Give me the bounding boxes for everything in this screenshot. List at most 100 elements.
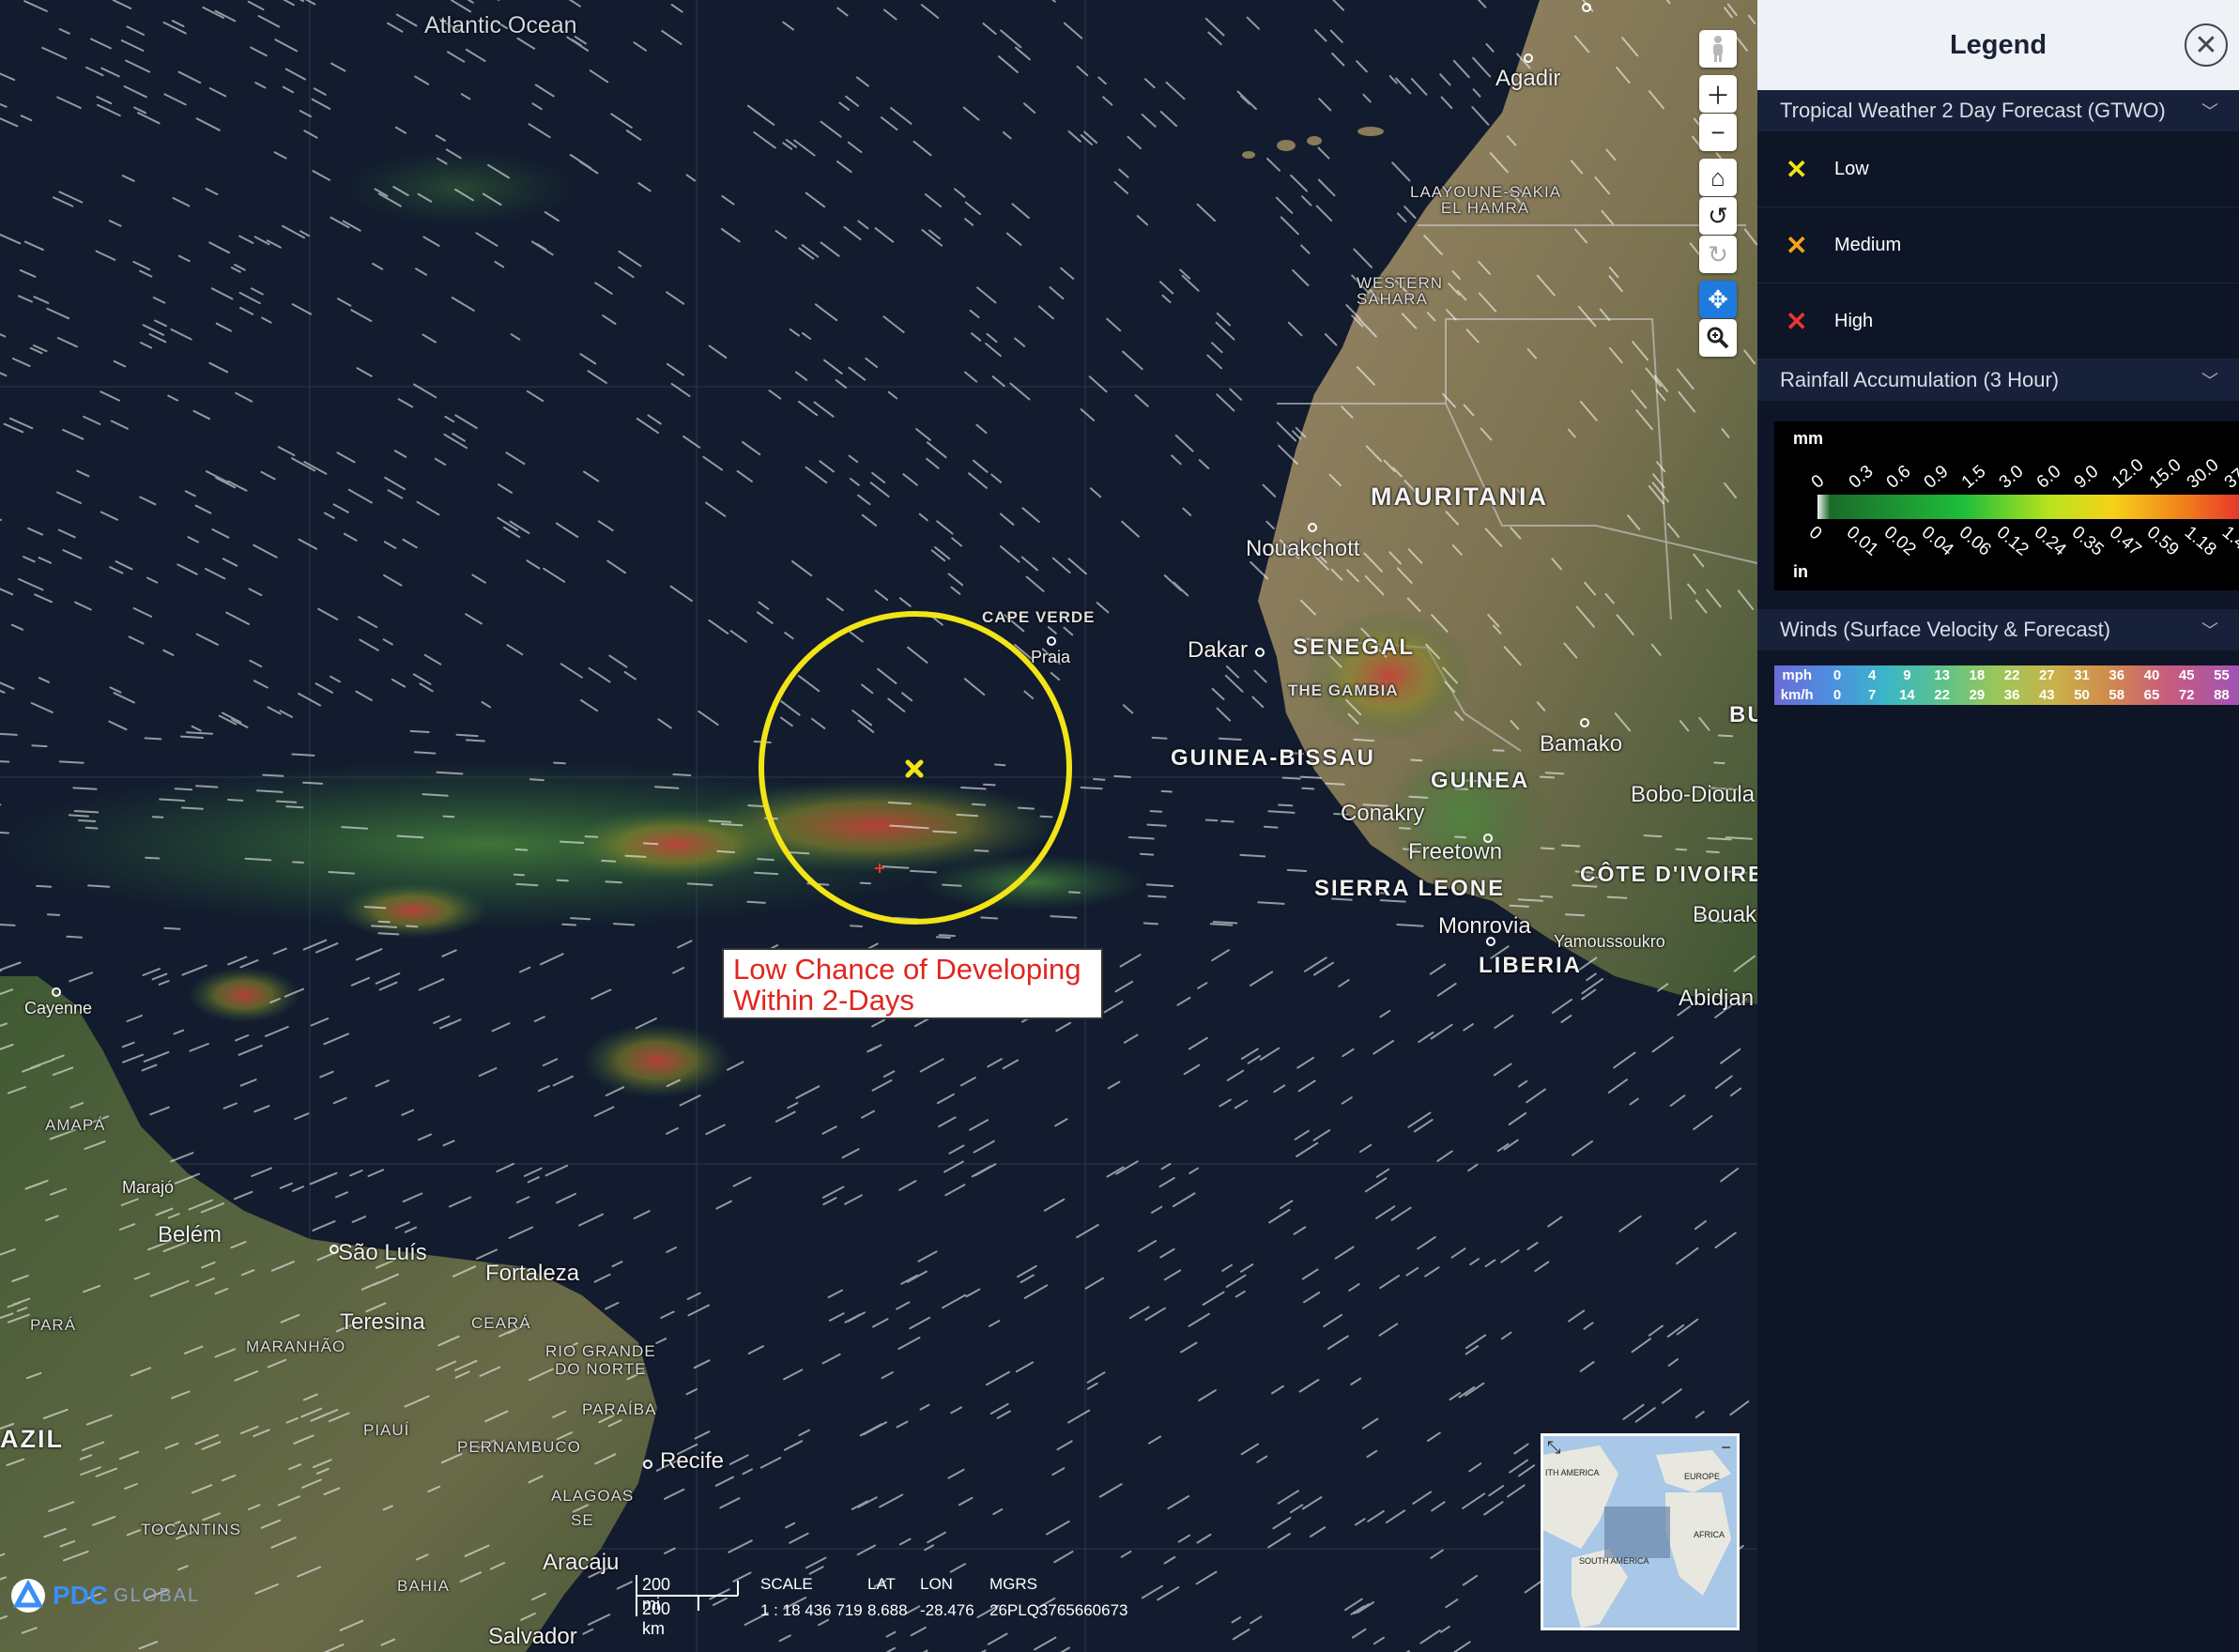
wind-streak: [529, 778, 544, 782]
home-icon[interactable]: ⌂: [1699, 159, 1737, 196]
wind-kmh-value: 72: [2178, 687, 2195, 703]
chevron-down-icon[interactable]: ﹀: [2201, 618, 2218, 642]
logo-subtext: GLOBAL: [114, 1584, 201, 1606]
pan-icon[interactable]: ✥: [1699, 281, 1737, 318]
wind-streak: [413, 751, 437, 755]
minimap-viewport: [1604, 1507, 1670, 1558]
wind-streak: [942, 883, 962, 887]
section-header-rainfall[interactable]: Rainfall Accumulation (3 Hour) ﹀: [1757, 359, 2239, 401]
wind-kmh-value: 0: [1833, 687, 1842, 703]
wind-streak: [1146, 823, 1167, 827]
wind-streak: [1220, 819, 1235, 823]
rain-mm-tick: 37.5: [2221, 455, 2239, 493]
chevron-down-icon[interactable]: ﹀: [2201, 99, 2218, 123]
wind-streak: [180, 806, 204, 810]
wind-streak: [58, 760, 84, 764]
city-label-dakar: Dakar: [1188, 637, 1249, 663]
rotate-left-icon[interactable]: ↺: [1699, 197, 1737, 235]
wind-streak: [144, 737, 162, 741]
wind-streak: [612, 923, 636, 926]
region-label: ALAGOAS: [551, 1487, 635, 1505]
medium-x-icon: ✕: [1786, 230, 1808, 260]
rain-in-tick: 0.47: [2106, 523, 2145, 560]
wind-mph-value: 27: [2038, 667, 2055, 683]
wind-streak: [1717, 734, 1734, 738]
city-label-nouakchott: Nouakchott: [1246, 536, 1360, 561]
wind-streak: [377, 932, 400, 936]
wind-kmh-value: 14: [1899, 687, 1915, 703]
wind-streak: [145, 856, 161, 860]
wind-mph-row: mph 0 4 9 13 18 22 27 31 36 40 45 55: [1774, 665, 2239, 685]
wind-kmh-row: km/h 0 7 14 22 29 36 43 50 58 65 72 88: [1774, 685, 2239, 705]
readout-label: MGRS: [989, 1575, 1037, 1593]
wind-streak: [1299, 775, 1323, 779]
wind-mph-value: 13: [1934, 667, 1950, 683]
legend-item-low: ✕ Low: [1757, 131, 2239, 207]
zoom-box-icon[interactable]: [1699, 319, 1737, 357]
city-label-aracaju: Aracaju: [543, 1550, 620, 1575]
wind-streak: [66, 935, 83, 939]
overview-minimap[interactable]: ⤡ − ITH AMERICA EUROPE AFRICA SOUTH AMER…: [1541, 1433, 1740, 1630]
wind-streak: [716, 849, 735, 853]
wind-streak: [1492, 749, 1505, 752]
wind-streak: [1264, 825, 1279, 829]
close-icon[interactable]: ✕: [2185, 23, 2228, 67]
section-title: Winds (Surface Velocity & Forecast): [1780, 618, 2111, 641]
wind-streak: [1325, 782, 1345, 786]
wind-streak: [1218, 737, 1242, 741]
wind-streak: [31, 744, 48, 748]
wind-streak: [442, 815, 455, 818]
pdc-logo-icon: [11, 1579, 45, 1613]
rain-mm-tick: 12.0: [2109, 455, 2148, 493]
rotate-right-icon[interactable]: ↻: [1699, 236, 1737, 273]
chevron-down-icon[interactable]: ﹀: [2201, 368, 2218, 392]
zoom-in-button[interactable]: ＋: [1699, 75, 1737, 113]
readout-label: LON: [920, 1575, 953, 1593]
wind-streak: [227, 799, 244, 802]
section-header-winds[interactable]: Winds (Surface Velocity & Forecast) ﹀: [1757, 609, 2239, 650]
wind-streak: [956, 813, 979, 818]
rain-in-tick: 0.12: [1993, 523, 2032, 560]
readout-label: SCALE: [760, 1575, 813, 1593]
wind-streak: [84, 826, 99, 830]
street-view-icon[interactable]: [1699, 30, 1737, 68]
region-label: PARAÍBA: [582, 1400, 657, 1418]
wind-streak: [654, 786, 680, 789]
wind-kmh-value: 88: [2214, 687, 2230, 703]
minimap-label: EUROPE: [1684, 1472, 1721, 1481]
legend-panel: Legend ✕ Tropical Weather 2 Day Forecast…: [1757, 0, 2239, 1652]
wind-mph-value: 40: [2143, 667, 2160, 683]
wind-mph-value: 9: [1903, 667, 1911, 683]
wind-scale: mph 0 4 9 13 18 22 27 31 36 40 45 55 km/h 0 7 14 22 29 36 4…: [1774, 665, 2239, 705]
wind-streak: [1301, 787, 1315, 790]
scale-km: 200 km: [642, 1599, 671, 1638]
map-basemap: [0, 0, 1757, 1652]
city-label-belem: Belém: [158, 1222, 222, 1247]
minimap-collapse-icon[interactable]: −: [1721, 1438, 1731, 1458]
wind-streak: [1454, 835, 1467, 839]
country-label-sierra-leone: SIERRA LEONE: [1314, 876, 1506, 901]
wind-mph-value: 31: [2074, 667, 2090, 683]
wind-streak: [1643, 834, 1663, 838]
wind-streak: [1675, 848, 1688, 851]
rain-mm-tick: 9.0: [2071, 462, 2103, 493]
wind-streak: [1068, 891, 1081, 894]
zoom-out-button[interactable]: −: [1699, 114, 1737, 151]
wind-streak: [377, 920, 391, 924]
minimap-expand-icon[interactable]: ⤡: [1547, 1438, 1560, 1458]
region-label: TOCANTINS: [141, 1521, 241, 1538]
rain-in-tick: 0.04: [1918, 523, 1957, 560]
map-view[interactable]: Atlantic Ocean Agadir LAAYOUNE-SAKIA EL …: [0, 0, 1757, 1652]
minimap-label: AFRICA: [1694, 1530, 1725, 1539]
wind-streak: [994, 763, 1006, 767]
wind-streak: [859, 881, 872, 885]
section-title: Rainfall Accumulation (3 Hour): [1780, 368, 2060, 391]
region-label: LAAYOUNE-SAKIA EL HAMRA: [1410, 183, 1562, 217]
wind-streak: [0, 831, 10, 834]
section-header-gtwo[interactable]: Tropical Weather 2 Day Forecast (GTWO) ﹀: [1757, 90, 2239, 131]
wind-streak: [465, 739, 485, 742]
country-label-mauritania: MAURITANIA: [1371, 482, 1548, 511]
wind-streak: [1209, 923, 1234, 926]
rain-mm-tick: 30.0: [2184, 455, 2223, 493]
wind-kmh-value: 36: [2003, 687, 2020, 703]
